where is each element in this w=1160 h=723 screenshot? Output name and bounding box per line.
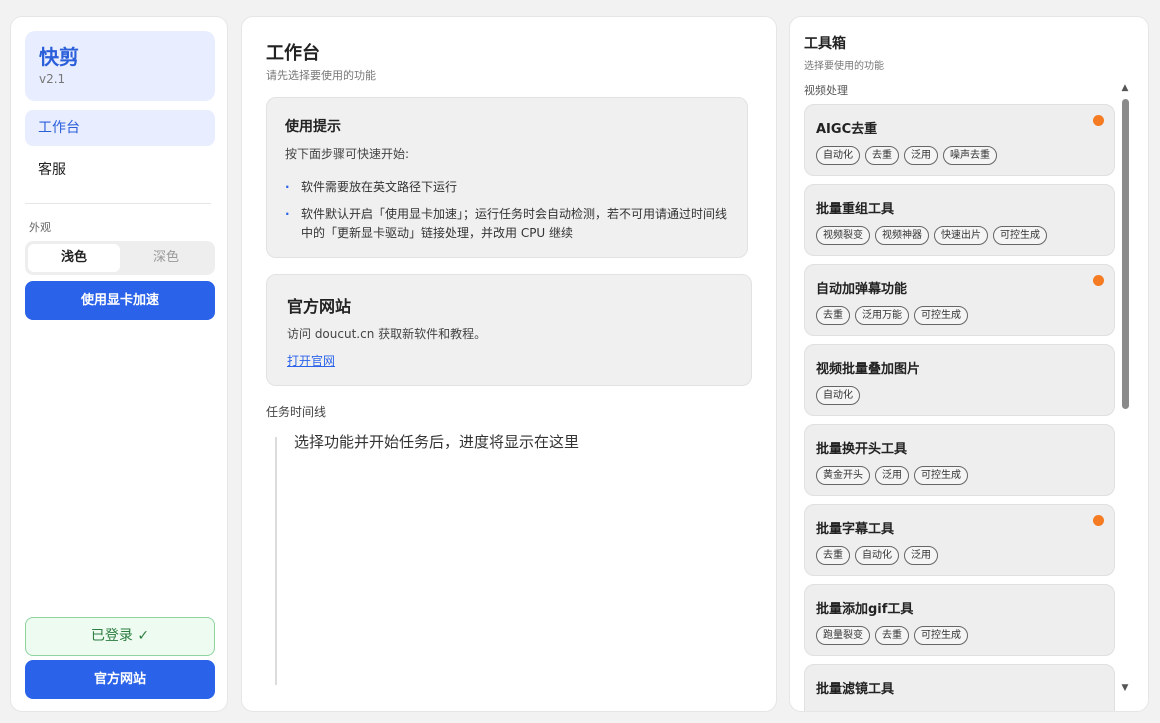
tool-name: 视频批量叠加图片 <box>816 362 921 377</box>
toolbox-subtitle: 选择要使用的功能 <box>804 61 884 72</box>
tool-card[interactable]: 自动加弹幕功能去重 泛用万能 可控生成 <box>804 264 1115 336</box>
tool-tag: 黄金开头 <box>816 466 870 485</box>
tips-subtitle: 按下面步骤可快速开始: <box>285 147 410 161</box>
tips-card: 使用提示 按下面步骤可快速开始: · 软件需要放在英文路径下运行 · 软件默认开启「… <box>266 97 748 258</box>
tool-card[interactable]: 批量添加gif工具跑量裂变 去重 可控生成 <box>804 584 1115 656</box>
tool-card[interactable]: 批量滤镜工具 <box>804 664 1115 711</box>
tool-tag: 可控生成 <box>993 226 1047 245</box>
timeline-empty-text: 选择功能并开始任务后，进度将显示在这里 <box>294 433 580 451</box>
tool-tag: 可控生成 <box>914 626 968 645</box>
tool-tag: 去重 <box>816 306 850 325</box>
login-status-badge: 已登录 ✓ <box>25 617 215 656</box>
tips-title: 使用提示 <box>285 119 341 135</box>
timeline-line <box>275 437 277 685</box>
bullet-icon: · <box>285 180 290 194</box>
tool-tags: 去重 泛用万能 可控生成 <box>816 306 1103 325</box>
tool-tag: 可控生成 <box>914 306 968 325</box>
official-site-card: 官方网站 访问 doucut.cn 获取新软件和教程。 打开官网 <box>266 274 752 386</box>
tool-name: 批量滤镜工具 <box>816 682 895 697</box>
appearance-label: 外观 <box>29 221 51 234</box>
brand-block: 快剪 v2.1 <box>25 31 215 101</box>
tool-name: AIGC去重 <box>816 122 878 137</box>
tool-tag: 泛用 <box>875 466 909 485</box>
nav-item-workbench[interactable]: 工作台 <box>25 110 215 146</box>
tool-name: 批量字幕工具 <box>816 522 895 537</box>
sidebar: 快剪 v2.1 工作台 客服 外观 浅色 深色 使用显卡加速 已登录 ✓ 官方网… <box>10 16 228 712</box>
tool-name: 批量添加gif工具 <box>816 602 914 617</box>
scroll-down-icon[interactable]: ▼ <box>1120 683 1130 693</box>
site-card-title: 官方网站 <box>287 297 352 316</box>
tool-tag: 噪声去重 <box>943 146 997 165</box>
tool-tag: 泛用万能 <box>855 306 909 325</box>
new-badge-icon <box>1093 275 1104 286</box>
scrollbar-thumb[interactable] <box>1122 99 1129 409</box>
toolbox-panel: 工具箱 选择要使用的功能 视频处理 AIGC去重 自动化 去重 泛用 噪声去重 批量重组工… <box>789 16 1149 712</box>
page-subtitle: 请先选择要使用的功能 <box>266 69 376 82</box>
scroll-up-icon[interactable]: ▲ <box>1120 83 1130 93</box>
new-badge-icon <box>1093 515 1104 526</box>
tool-tag: 泛用 <box>904 146 938 165</box>
theme-light-option[interactable]: 浅色 <box>28 244 120 272</box>
tip-text: 软件需要放在英文路径下运行 <box>301 180 458 194</box>
workbench-panel: 工作台 请先选择要使用的功能 使用提示 按下面步骤可快速开始: · 软件需要放在英… <box>241 16 777 712</box>
app-name: 快剪 <box>39 45 79 69</box>
new-badge-icon <box>1093 115 1104 126</box>
tool-tags: 黄金开头 泛用 可控生成 <box>816 466 1103 485</box>
tool-card[interactable]: 视频批量叠加图片自动化 <box>804 344 1115 416</box>
open-site-link[interactable]: 打开官网 <box>287 352 335 369</box>
tool-tag: 可控生成 <box>914 466 968 485</box>
bullet-icon: · <box>285 207 290 221</box>
tip-item: · 软件需要放在英文路径下运行 <box>285 178 729 197</box>
tool-tag: 自动化 <box>816 386 860 405</box>
theme-toggle: 浅色 深色 <box>25 241 215 275</box>
tool-card[interactable]: 批量换开头工具黄金开头 泛用 可控生成 <box>804 424 1115 496</box>
tool-name: 批量换开头工具 <box>816 442 908 457</box>
tool-tags: 跑量裂变 去重 可控生成 <box>816 626 1103 645</box>
tip-item: · 软件默认开启「使用显卡加速」；运行任务时会自动检测，若不可用请通过时间线中的「… <box>285 205 729 243</box>
tips-list: · 软件需要放在英文路径下运行 · 软件默认开启「使用显卡加速」；运行任务时会自动检… <box>285 178 729 243</box>
tool-tags: 自动化 <box>816 386 1103 405</box>
tool-tag: 视频裂变 <box>816 226 870 245</box>
tool-card[interactable]: AIGC去重自动化 去重 泛用 噪声去重 <box>804 104 1115 176</box>
app-version: v2.1 <box>39 72 66 86</box>
tool-tag: 跑量裂变 <box>816 626 870 645</box>
tool-tag: 泛用 <box>904 546 938 565</box>
tool-card[interactable]: 批量字幕工具去重 自动化 泛用 <box>804 504 1115 576</box>
category-label: 视频处理 <box>804 84 848 97</box>
timeline-label: 任务时间线 <box>266 405 327 419</box>
gpu-acceleration-button[interactable]: 使用显卡加速 <box>25 281 215 320</box>
tool-tags: 视频裂变 视频神器 快速出片 可控生成 <box>816 226 1103 245</box>
tool-list: AIGC去重 自动化 去重 泛用 噪声去重 批量重组工具 视频裂变 视频神器 快速出片 可控生成自… <box>804 104 1116 711</box>
tool-tag: 去重 <box>816 546 850 565</box>
tool-name: 自动加弹幕功能 <box>816 282 908 297</box>
tool-tag: 视频神器 <box>875 226 929 245</box>
sidebar-divider <box>25 203 211 204</box>
official-site-button[interactable]: 官方网站 <box>25 660 215 699</box>
tool-tags: 自动化 去重 泛用 噪声去重 <box>816 146 1103 165</box>
toolbox-title: 工具箱 <box>804 36 846 52</box>
tool-tag: 自动化 <box>816 146 860 165</box>
page-title: 工作台 <box>266 43 320 64</box>
tip-text: 软件默认开启「使用显卡加速」；运行任务时会自动检测，若不可用请通过时间线中的「更… <box>301 207 728 240</box>
tool-tag: 自动化 <box>855 546 899 565</box>
tool-tags: 去重 自动化 泛用 <box>816 546 1103 565</box>
tool-tag: 去重 <box>875 626 909 645</box>
tool-name: 批量重组工具 <box>816 202 895 217</box>
tool-card[interactable]: 批量重组工具视频裂变 视频神器 快速出片 可控生成 <box>804 184 1115 256</box>
site-card-desc: 访问 doucut.cn 获取新软件和教程。 <box>287 327 487 341</box>
tool-tag: 快速出片 <box>934 226 988 245</box>
theme-dark-option[interactable]: 深色 <box>120 244 212 272</box>
tool-tag: 去重 <box>865 146 899 165</box>
nav-item-support[interactable]: 客服 <box>25 152 215 188</box>
